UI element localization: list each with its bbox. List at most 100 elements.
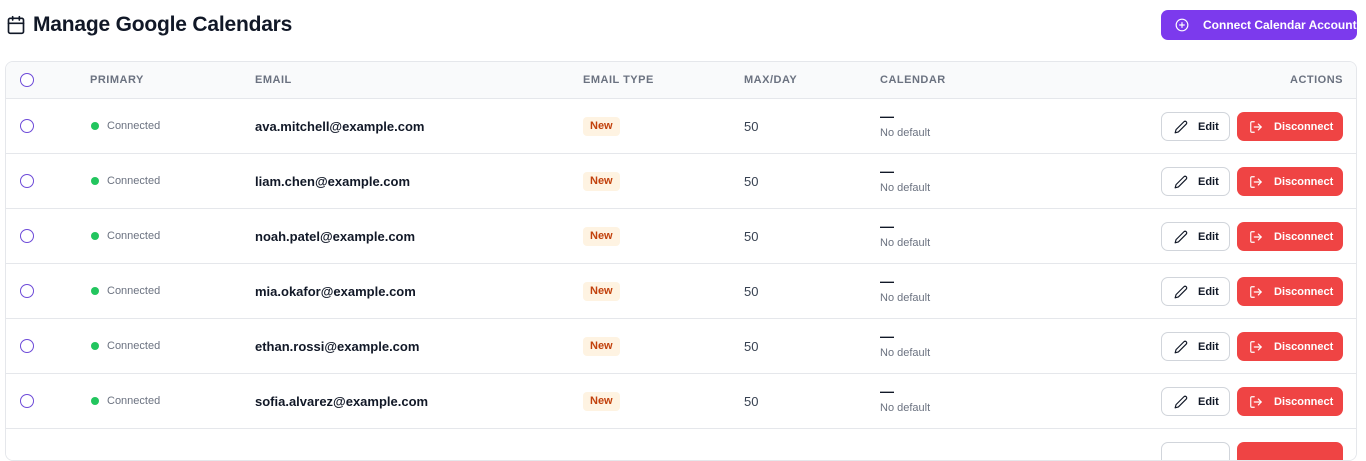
disconnect-button[interactable]: Disconnect — [1237, 387, 1343, 416]
calendar-value: — — [880, 163, 894, 179]
edit-button[interactable]: Edit — [1161, 112, 1230, 141]
max-day-cell: 50 — [744, 119, 759, 134]
status-text: Connected — [107, 395, 161, 407]
column-header-max-day: MAX/DAY — [744, 74, 798, 86]
connection-status: Connected — [91, 175, 160, 187]
status-text: Connected — [107, 340, 161, 352]
calendar-subtext: No default — [880, 347, 931, 359]
edit-button-label: Edit — [1198, 340, 1219, 353]
table-row: Connected liam.chen@example.com New 50 — No d… — [6, 154, 1356, 209]
column-header-calendar: CALENDAR — [880, 74, 946, 86]
calendar-value: — — [880, 328, 894, 344]
status-text: Connected — [107, 285, 161, 297]
primary-radio[interactable] — [20, 284, 34, 298]
table-row: Connected mia.okafor@example.com New 50 — No … — [6, 264, 1356, 319]
table-row: Connected sofia.alvarez@example.com New 50 —… — [6, 374, 1356, 429]
calendar-subtext: No default — [880, 292, 931, 304]
calendar-value: — — [880, 108, 894, 124]
page-header: Manage Google Calendars Connect Calendar… — [0, 0, 1366, 52]
disconnect-button[interactable] — [1237, 442, 1343, 460]
page-title: Manage Google Calendars — [33, 13, 293, 36]
edit-button-label: Edit — [1198, 175, 1219, 188]
email-cell: sofia.alvarez@example.com — [255, 394, 429, 409]
disconnect-button[interactable]: Disconnect — [1237, 167, 1343, 196]
table-row: Connected ethan.rossi@example.com New 50 — No… — [6, 319, 1356, 374]
logout-icon — [1249, 120, 1263, 134]
edit-button[interactable]: Edit — [1161, 167, 1230, 196]
max-day-cell: 50 — [744, 339, 759, 354]
edit-button[interactable]: Edit — [1161, 277, 1230, 306]
calendar-subtext: No default — [880, 237, 931, 249]
primary-radio[interactable] — [20, 394, 34, 408]
email-type-badge: New — [583, 172, 620, 191]
primary-radio[interactable] — [20, 119, 34, 133]
plus-circle-icon — [1175, 18, 1189, 32]
table-row: Connected noah.patel@example.com New 50 — No … — [6, 209, 1356, 264]
calendar-value: — — [880, 273, 894, 289]
email-type-badge: New — [583, 117, 620, 136]
status-dot — [91, 232, 99, 240]
edit-button-label: Edit — [1198, 395, 1219, 408]
column-header-primary: PRIMARY — [90, 74, 144, 86]
pencil-icon — [1174, 285, 1188, 299]
email-cell: ava.mitchell@example.com — [255, 119, 425, 134]
logout-icon — [1249, 395, 1263, 409]
logout-icon — [1249, 175, 1263, 189]
max-day-cell: 50 — [744, 229, 759, 244]
calendar-icon — [6, 15, 26, 35]
edit-button[interactable] — [1161, 442, 1230, 460]
calendar-value: — — [880, 218, 894, 234]
disconnect-button-label: Disconnect — [1274, 175, 1334, 188]
disconnect-button-label: Disconnect — [1274, 285, 1334, 298]
connection-status: Connected — [91, 285, 160, 297]
edit-button-label: Edit — [1198, 230, 1219, 243]
primary-radio[interactable] — [20, 174, 34, 188]
connect-button-label: Connect Calendar Account — [1203, 18, 1357, 32]
edit-button[interactable]: Edit — [1161, 332, 1230, 361]
edit-button[interactable]: Edit — [1161, 387, 1230, 416]
primary-radio[interactable] — [20, 229, 34, 243]
calendar-subtext: No default — [880, 127, 931, 139]
logout-icon — [1249, 285, 1263, 299]
pencil-icon — [1174, 340, 1188, 354]
column-header-email-type: EMAIL TYPE — [583, 74, 654, 86]
pencil-icon — [1174, 120, 1188, 134]
logout-icon — [1249, 230, 1263, 244]
email-cell: liam.chen@example.com — [255, 174, 411, 189]
disconnect-button[interactable]: Disconnect — [1237, 112, 1343, 141]
edit-button[interactable]: Edit — [1161, 222, 1230, 251]
pencil-icon — [1174, 175, 1188, 189]
status-text: Connected — [107, 175, 161, 187]
max-day-cell: 50 — [744, 394, 759, 409]
status-dot — [91, 397, 99, 405]
email-cell: ethan.rossi@example.com — [255, 339, 420, 354]
connection-status: Connected — [91, 395, 160, 407]
column-header-email: EMAIL — [255, 74, 292, 86]
connect-calendar-account-button[interactable]: Connect Calendar Account — [1161, 10, 1357, 40]
primary-radio[interactable] — [20, 339, 34, 353]
status-text: Connected — [107, 120, 161, 132]
column-header-actions: ACTIONS — [1290, 74, 1343, 86]
disconnect-button[interactable]: Disconnect — [1237, 277, 1343, 306]
status-dot — [91, 342, 99, 350]
pencil-icon — [1174, 395, 1188, 409]
status-dot — [91, 177, 99, 185]
max-day-cell: 50 — [744, 174, 759, 189]
disconnect-button[interactable]: Disconnect — [1237, 222, 1343, 251]
calendar-value: — — [880, 383, 894, 399]
status-text: Connected — [107, 230, 161, 242]
email-cell: mia.okafor@example.com — [255, 284, 416, 299]
disconnect-button[interactable]: Disconnect — [1237, 332, 1343, 361]
calendar-subtext: No default — [880, 402, 931, 414]
email-type-badge: New — [583, 392, 620, 411]
connection-status: Connected — [91, 340, 160, 352]
calendars-table: PRIMARY EMAIL EMAIL TYPE MAX/DAY CALENDA… — [5, 61, 1357, 461]
status-dot — [91, 122, 99, 130]
table-header: PRIMARY EMAIL EMAIL TYPE MAX/DAY CALENDA… — [6, 62, 1356, 99]
title-group: Manage Google Calendars — [6, 13, 292, 37]
connection-status: Connected — [91, 230, 160, 242]
edit-button-label: Edit — [1198, 120, 1219, 133]
select-all-radio[interactable] — [20, 73, 34, 87]
pencil-icon — [1174, 230, 1188, 244]
disconnect-button-label: Disconnect — [1274, 230, 1334, 243]
